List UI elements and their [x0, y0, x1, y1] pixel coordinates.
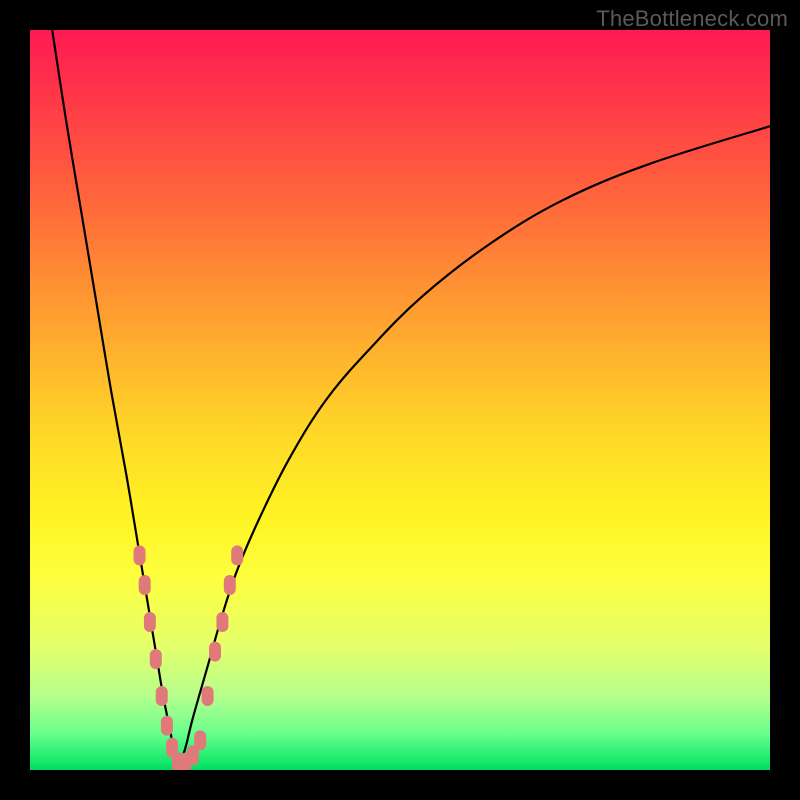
- data-marker: [209, 642, 221, 662]
- watermark-text: TheBottleneck.com: [596, 6, 788, 32]
- right-curve: [178, 126, 770, 770]
- chart-frame: TheBottleneck.com: [0, 0, 800, 800]
- data-marker: [144, 612, 156, 632]
- data-marker: [194, 730, 206, 750]
- data-marker: [134, 545, 146, 565]
- data-marker: [216, 612, 228, 632]
- data-marker: [139, 575, 151, 595]
- data-marker: [161, 716, 173, 736]
- data-marker: [202, 686, 214, 706]
- data-marker: [224, 575, 236, 595]
- plot-area: [30, 30, 770, 770]
- curve-layer: [30, 30, 770, 770]
- data-marker: [231, 545, 243, 565]
- data-marker: [150, 649, 162, 669]
- data-marker: [156, 686, 168, 706]
